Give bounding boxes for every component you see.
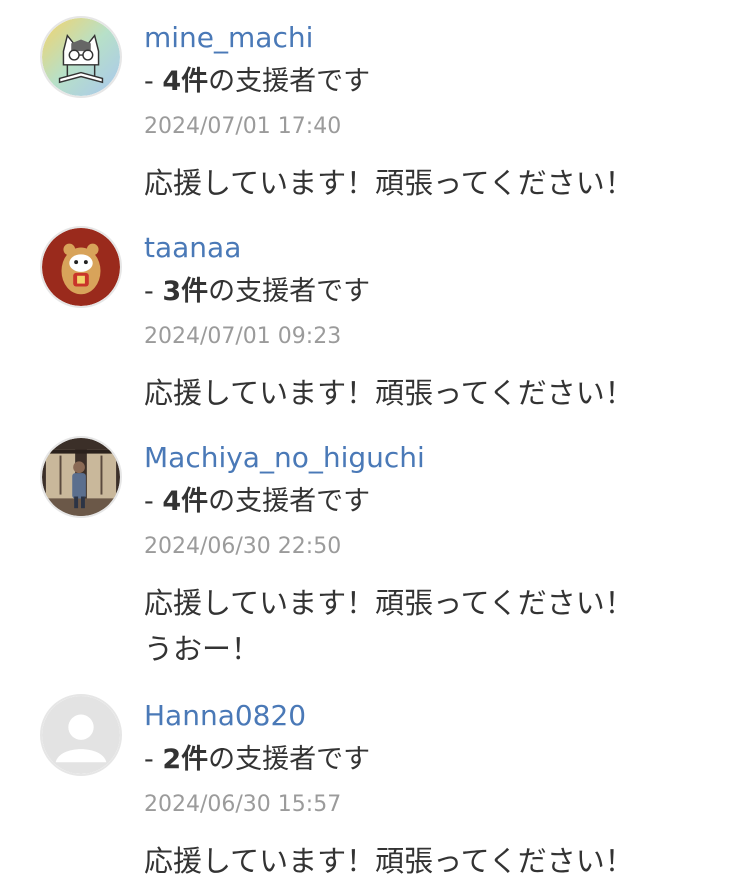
comment-timestamp: 2024/06/30 15:57 [144,792,342,817]
username-link[interactable]: taanaa [144,230,241,266]
comment-message-line: 応援しています！頑張ってください！ [144,844,634,878]
comment-message-line: 応援しています！頑張ってください！ [144,586,634,620]
supporter-suffix: の支援者です [208,486,371,517]
supporter-count-text: - 2件の支援者です [144,742,370,778]
comment-message: 応援しています！頑張ってください！ [144,160,724,206]
username-link[interactable]: Hanna0820 [144,698,306,734]
person-photo-avatar-icon[interactable] [40,436,122,518]
supporter-prefix: - [144,744,163,775]
comment-message: 応援しています！頑張ってください！ [144,838,724,884]
supporter-count-text: - 4件の支援者です [144,484,370,520]
supporter-count: 4件 [162,486,209,517]
comment-message-line: うおー！ [144,632,261,666]
comment-message: 応援しています！頑張ってください！ [144,370,724,416]
supporter-prefix: - [144,486,163,517]
default-user-avatar-icon[interactable] [40,694,122,776]
supporter-prefix: - [144,66,163,97]
supporter-count-text: - 4件の支援者です [144,64,370,100]
supporter-count: 4件 [162,66,209,97]
cat-reading-avatar-icon[interactable] [40,16,122,98]
supporter-prefix: - [144,276,163,307]
username-link[interactable]: mine_machi [144,20,313,56]
daruma-avatar-icon[interactable] [40,226,122,308]
comment-message-line: 応援しています！頑張ってください！ [144,376,634,410]
comment-timestamp: 2024/06/30 22:50 [144,534,342,559]
supporter-suffix: の支援者です [208,66,371,97]
comment-timestamp: 2024/07/01 09:23 [144,324,342,349]
supporter-count: 3件 [162,276,209,307]
supporter-count-text: - 3件の支援者です [144,274,370,310]
comment-message-line: 応援しています！頑張ってください！ [144,166,634,200]
comment-timestamp: 2024/07/01 17:40 [144,114,342,139]
supporter-suffix: の支援者です [208,276,371,307]
comment-message: 応援しています！頑張ってください！ うおー！ [144,580,724,672]
supporter-count: 2件 [162,744,209,775]
supporter-suffix: の支援者です [208,744,371,775]
username-link[interactable]: Machiya_no_higuchi [144,440,425,476]
